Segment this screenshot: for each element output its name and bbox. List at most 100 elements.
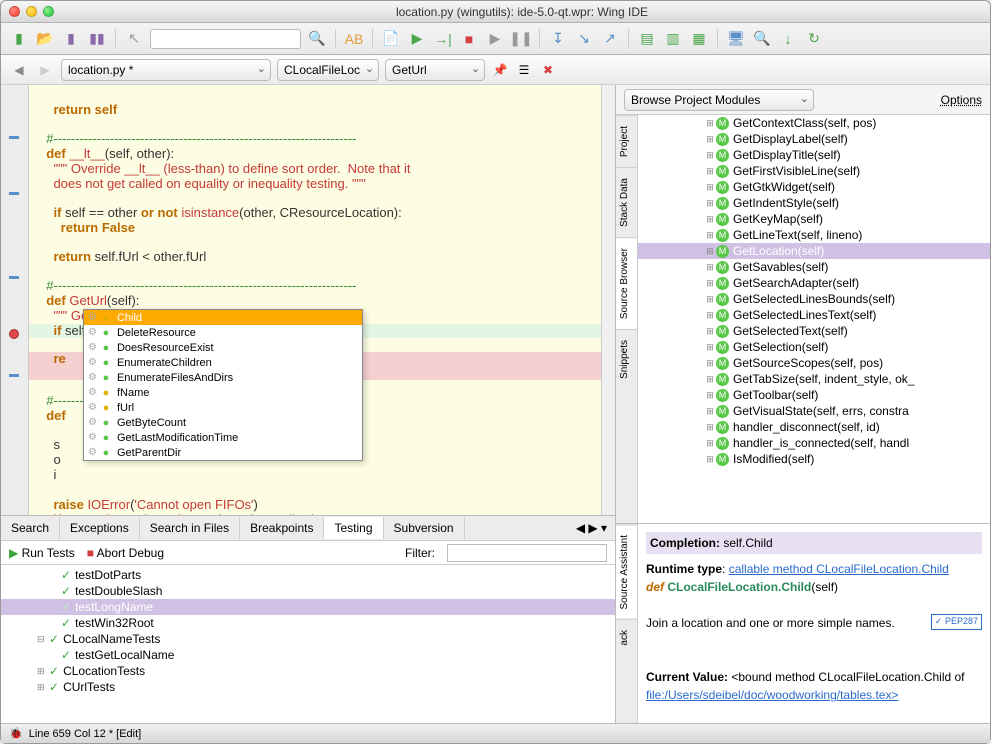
method-combo[interactable]: GetUrl (385, 59, 485, 81)
test-item[interactable]: ✓testWin32Root (1, 615, 615, 631)
expand-icon[interactable]: ⊞ (37, 682, 49, 693)
indent-icon[interactable]: ▤ (637, 29, 657, 49)
expand-icon[interactable]: ⊞ (704, 406, 716, 417)
expand-icon[interactable]: ⊞ (704, 214, 716, 225)
step-out-icon[interactable]: ↗ (600, 29, 620, 49)
expand-icon[interactable]: ⊞ (704, 262, 716, 273)
test-class[interactable]: ⊟✓CLocalNameTests (1, 631, 615, 647)
back-icon[interactable]: ◀ (9, 60, 29, 80)
close-window-icon[interactable] (9, 6, 20, 17)
source-browser-item[interactable]: ⊞MGetSavables(self) (638, 259, 990, 275)
tab-exceptions[interactable]: Exceptions (60, 517, 140, 539)
abort-debug-button[interactable]: ■ Abort Debug (87, 546, 164, 560)
expand-icon[interactable]: ⊞ (704, 230, 716, 241)
file-combo[interactable]: location.py * (61, 59, 271, 81)
autocomplete-item[interactable]: ⚙●fName (84, 385, 362, 400)
expand-icon[interactable]: ⊞ (37, 666, 49, 677)
search-icon[interactable]: 🔍 (307, 29, 327, 49)
source-browser-item[interactable]: ⊞MGetGtkWidget(self) (638, 179, 990, 195)
expand-icon[interactable]: ⊞ (704, 198, 716, 209)
expand-icon[interactable]: ⊞ (704, 278, 716, 289)
down-icon[interactable]: ↓ (778, 29, 798, 49)
filter-input[interactable] (447, 544, 607, 562)
vtab-ack[interactable]: ack (616, 619, 637, 656)
bug-icon[interactable]: 🐞 (9, 727, 23, 740)
source-browser-item[interactable]: ⊞MIsModified(self) (638, 451, 990, 467)
expand-icon[interactable]: ⊞ (704, 310, 716, 321)
browse-modules-combo[interactable]: Browse Project Modules (624, 89, 814, 111)
test-item[interactable]: ✓testDoubleSlash (1, 583, 615, 599)
comment-icon[interactable]: ▦ (689, 29, 709, 49)
autocomplete-item[interactable]: ⚙●Child (84, 310, 362, 325)
autocomplete-popup[interactable]: ⚙●Child ⚙●DeleteResource ⚙●DoesResourceE… (83, 309, 363, 461)
run-tests-button[interactable]: ▶ Run Tests (9, 546, 75, 560)
expand-icon[interactable]: ⊞ (704, 294, 716, 305)
refresh-icon[interactable]: ↻ (804, 29, 824, 49)
source-browser-item[interactable]: ⊞MGetToolbar(self) (638, 387, 990, 403)
dedent-icon[interactable]: ▥ (663, 29, 683, 49)
tab-subversion[interactable]: Subversion (384, 517, 465, 539)
stop-icon[interactable]: ■ (459, 29, 479, 49)
autocomplete-item[interactable]: ⚙●GetParentDir (84, 445, 362, 460)
autocomplete-item[interactable]: ⚙●GetByteCount (84, 415, 362, 430)
step-icon[interactable]: →| (433, 29, 453, 49)
expand-icon[interactable]: ⊞ (704, 326, 716, 337)
save-all-icon[interactable]: ▮▮ (87, 29, 107, 49)
vtab-source-assistant[interactable]: Source Assistant (616, 524, 637, 619)
autocomplete-item[interactable]: ⚙●EnumerateChildren (84, 355, 362, 370)
expand-icon[interactable]: ⊞ (704, 150, 716, 161)
tab-testing[interactable]: Testing (324, 517, 383, 539)
editor-scrollbar[interactable] (601, 85, 615, 515)
source-browser-item[interactable]: ⊞Mhandler_is_connected(self, handl (638, 435, 990, 451)
runtime-type-link[interactable]: callable method CLocalFileLocation.Child (729, 562, 949, 576)
step-over-icon[interactable]: ↧ (548, 29, 568, 49)
source-browser-item[interactable]: ⊞MGetTabSize(self, indent_style, ok_ (638, 371, 990, 387)
expand-icon[interactable]: ⊞ (704, 374, 716, 385)
close-tab-icon[interactable]: ✖ (539, 61, 557, 79)
fold-icon[interactable]: ▬ (9, 132, 19, 142)
gutter[interactable]: ▬ ▬ ▬ ▬ (1, 85, 29, 515)
fold-icon[interactable]: ▬ (9, 188, 19, 198)
menu-icon[interactable]: ☰ (515, 61, 533, 79)
pause-icon[interactable]: ❚❚ (511, 29, 531, 49)
tab-search-files[interactable]: Search in Files (140, 517, 240, 539)
source-browser-item[interactable]: ⊞Mhandler_disconnect(self, id) (638, 419, 990, 435)
autocomplete-item[interactable]: ⚙●DoesResourceExist (84, 340, 362, 355)
continue-icon[interactable]: ▶ (485, 29, 505, 49)
expand-icon[interactable]: ⊞ (704, 246, 716, 257)
breakpoint-icon[interactable] (9, 329, 19, 339)
expand-icon[interactable]: ⊞ (704, 422, 716, 433)
expand-icon[interactable]: ⊞ (704, 134, 716, 145)
autocomplete-item[interactable]: ⚙●EnumerateFilesAndDirs (84, 370, 362, 385)
fwd-icon[interactable]: ▶ (35, 60, 55, 80)
autocomplete-item[interactable]: ⚙●fUrl (84, 400, 362, 415)
maximize-window-icon[interactable] (43, 6, 54, 17)
test-item[interactable]: ✓testLongName (1, 599, 615, 615)
source-browser-item[interactable]: ⊞MGetSelectedLinesText(self) (638, 307, 990, 323)
current-value-link[interactable]: file:/Users/sdeibel/doc/woodworking/tabl… (646, 688, 898, 702)
autocomplete-item[interactable]: ⚙●DeleteResource (84, 325, 362, 340)
source-browser-item[interactable]: ⊞MGetVisualState(self, errs, constra (638, 403, 990, 419)
source-browser-item[interactable]: ⊞MGetIndentStyle(self) (638, 195, 990, 211)
expand-icon[interactable]: ⊞ (704, 182, 716, 193)
source-browser-item[interactable]: ⊞MGetLineText(self, lineno) (638, 227, 990, 243)
test-class[interactable]: ⊞✓CLocationTests (1, 663, 615, 679)
debug-file-icon[interactable]: 📄 (381, 29, 401, 49)
source-browser-item[interactable]: ⊞MGetSelection(self) (638, 339, 990, 355)
expand-icon[interactable]: ⊞ (704, 166, 716, 177)
class-combo[interactable]: CLocalFileLoc (277, 59, 379, 81)
replace-icon[interactable]: AB (344, 29, 364, 49)
options-link[interactable]: Options (941, 93, 982, 107)
fold-icon[interactable]: ▬ (9, 370, 19, 380)
test-item[interactable]: ✓testGetLocalName (1, 647, 615, 663)
zoom-in-icon[interactable]: 🔍 (752, 29, 772, 49)
tab-breakpoints[interactable]: Breakpoints (240, 517, 324, 539)
source-browser-item[interactable]: ⊞MGetSelectedText(self) (638, 323, 990, 339)
run-icon[interactable]: ▶ (407, 29, 427, 49)
collapse-icon[interactable]: ⊟ (37, 634, 49, 645)
open-file-icon[interactable]: 📂 (35, 29, 55, 49)
code-editor[interactable]: ▬ ▬ ▬ ▬ return self #-------------------… (1, 85, 615, 515)
source-browser-item[interactable]: ⊞MGetFirstVisibleLine(self) (638, 163, 990, 179)
save-icon[interactable]: ▮ (61, 29, 81, 49)
new-file-icon[interactable]: ▮ (9, 29, 29, 49)
